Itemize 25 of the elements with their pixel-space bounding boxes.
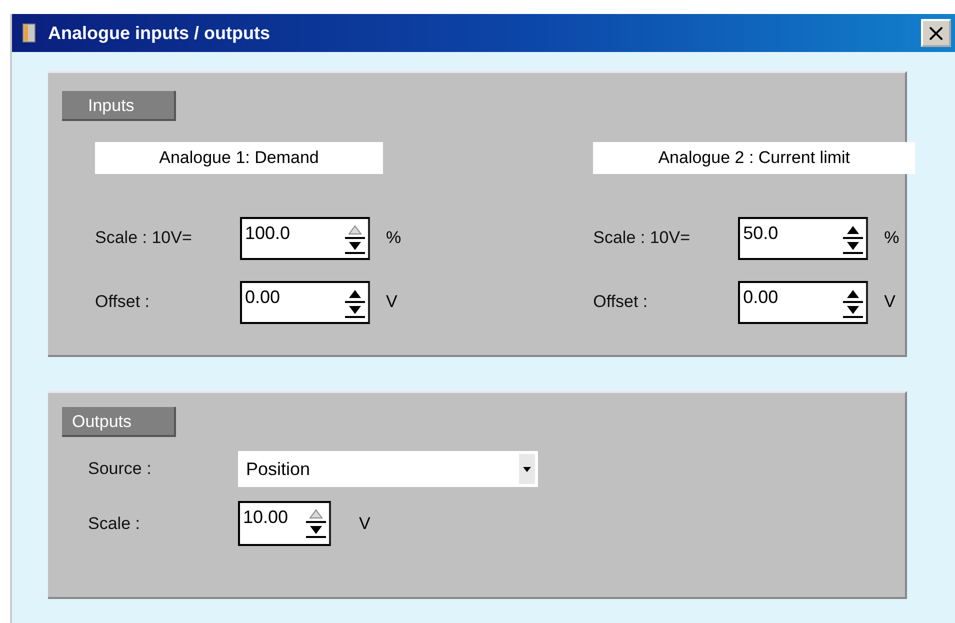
- field-label: Scale :: [88, 514, 141, 534]
- field-label: Offset :: [95, 292, 150, 312]
- field-label: Scale : 10V=: [95, 228, 193, 248]
- section-heading: Outputs: [62, 407, 176, 437]
- unit-label: V: [386, 292, 398, 312]
- caret-icon[interactable]: [519, 454, 535, 484]
- close-button[interactable]: ×: [921, 19, 951, 47]
- channel-title: Analogue 2 : Current limit: [593, 142, 916, 174]
- channel-title: Analogue 1: Demand: [95, 142, 383, 174]
- unit-label: V: [884, 292, 896, 312]
- section-heading: Inputs: [62, 91, 176, 121]
- unit-label: V: [359, 514, 370, 534]
- spin-field[interactable]: 0.00: [240, 280, 370, 324]
- spin-field[interactable]: 0.00: [738, 280, 868, 324]
- spin-field[interactable]: 100.0: [240, 216, 370, 260]
- field-label: Scale : 10V=: [593, 228, 691, 248]
- spin-field[interactable]: 10.00: [238, 501, 331, 546]
- spin-field[interactable]: 50.0: [738, 216, 868, 260]
- document-icon: [22, 23, 36, 43]
- unit-label: %: [386, 228, 402, 248]
- field-label: Offset :: [593, 292, 649, 312]
- source-dropdown[interactable]: Position: [238, 451, 538, 487]
- unit-label: %: [884, 228, 900, 248]
- window-title: Analogue inputs / outputs: [48, 22, 271, 44]
- field-label: Source :: [88, 459, 152, 479]
